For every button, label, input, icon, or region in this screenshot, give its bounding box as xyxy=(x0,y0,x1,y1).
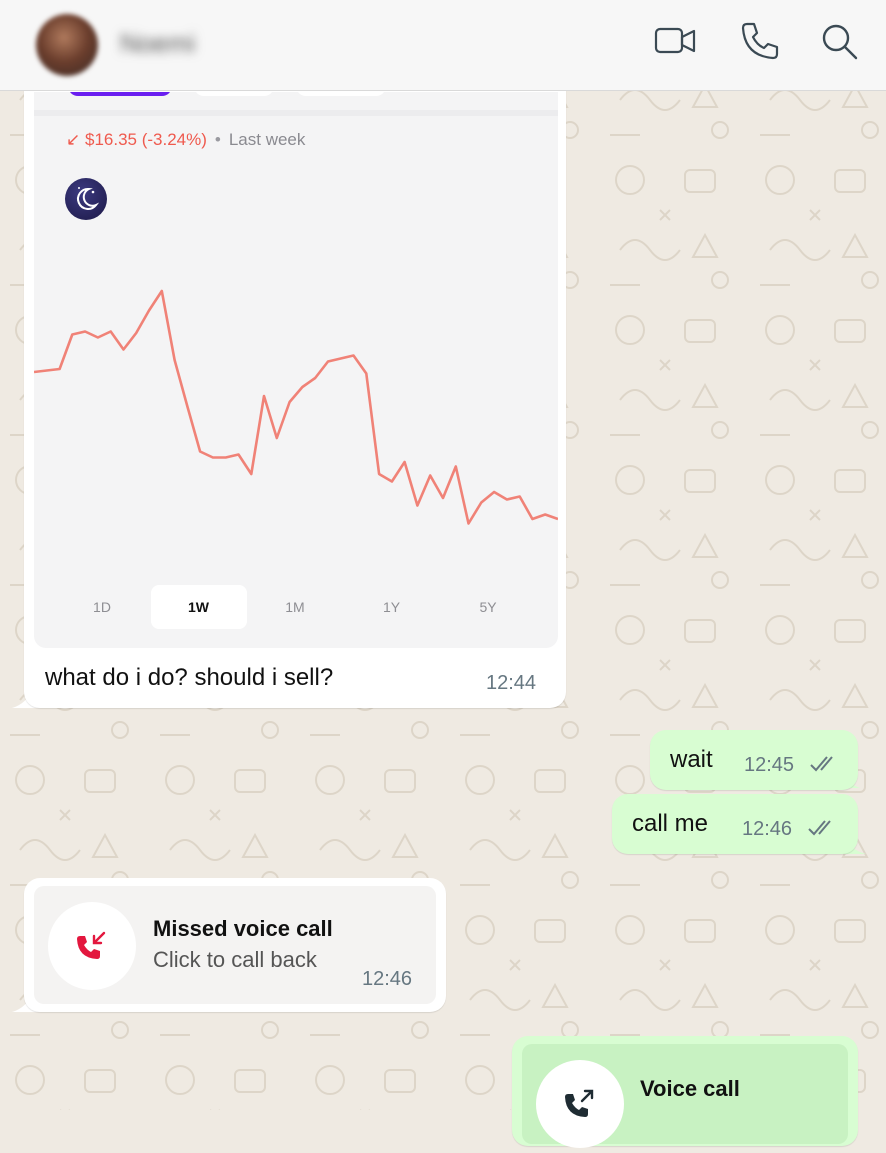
video-call-icon[interactable] xyxy=(653,18,699,64)
chat-header: Noemi xyxy=(0,0,886,91)
voice-call-message[interactable]: Voice call xyxy=(512,1036,858,1148)
contact-name[interactable]: Noemi xyxy=(120,28,195,59)
period-label: Last week xyxy=(228,130,306,149)
outgoing-message[interactable]: wait 12:45 xyxy=(650,730,858,790)
range-tab-1d[interactable]: 1D xyxy=(54,585,150,629)
price-change-value: $16.35 (-3.24%) xyxy=(84,130,207,149)
range-tab-1m[interactable]: 1M xyxy=(247,585,343,629)
crescent-moon-icon xyxy=(65,178,107,220)
incoming-image-message[interactable]: ↙ $16.35 (-3.24%) • Last week 1D 1W 1M 1Y 5Y w… xyxy=(24,70,566,708)
message-time: 12:44 xyxy=(486,672,537,694)
message-text: call me xyxy=(632,810,709,837)
stock-line-chart xyxy=(34,289,558,525)
outgoing-message[interactable]: call me 12:46 xyxy=(612,794,858,854)
message-time: 12:45 xyxy=(744,754,795,776)
read-ticks-icon xyxy=(810,756,833,772)
missed-call-icon xyxy=(48,902,136,990)
separator-dot: • xyxy=(214,130,221,149)
price-change: ↙ $16.35 (-3.24%) • Last week xyxy=(66,130,305,150)
card-divider xyxy=(34,110,558,116)
message-text: wait xyxy=(670,746,713,773)
contact-avatar[interactable] xyxy=(36,14,98,76)
stock-screenshot[interactable]: ↙ $16.35 (-3.24%) • Last week 1D 1W 1M 1Y 5Y xyxy=(34,92,558,648)
cropped-tab xyxy=(194,92,274,96)
search-icon[interactable] xyxy=(816,18,862,64)
cropped-tab xyxy=(296,92,386,96)
range-tab-1y[interactable]: 1Y xyxy=(344,585,440,629)
outgoing-call-icon xyxy=(536,1060,624,1148)
phone-icon[interactable] xyxy=(737,18,783,64)
voice-call-card[interactable]: Voice call xyxy=(522,1044,848,1148)
read-ticks-icon xyxy=(808,820,831,836)
missed-call-subtitle[interactable]: Click to call back xyxy=(153,947,317,973)
range-tab-5y[interactable]: 5Y xyxy=(440,585,536,629)
range-tab-1w[interactable]: 1W xyxy=(150,585,247,629)
missed-call-message[interactable]: Missed voice call Click to call back 12:… xyxy=(24,878,446,1012)
message-time: 12:46 xyxy=(742,818,793,840)
price-line xyxy=(34,289,558,525)
down-arrow-icon: ↙ xyxy=(66,130,81,149)
missed-call-card[interactable]: Missed voice call Click to call back 12:… xyxy=(34,886,436,1004)
cropped-tab-active xyxy=(68,92,172,96)
voice-call-title: Voice call xyxy=(640,1076,740,1101)
message-time: 12:46 xyxy=(362,968,413,990)
message-text: what do i do? should i sell? xyxy=(45,664,334,691)
missed-call-title: Missed voice call xyxy=(153,916,333,941)
